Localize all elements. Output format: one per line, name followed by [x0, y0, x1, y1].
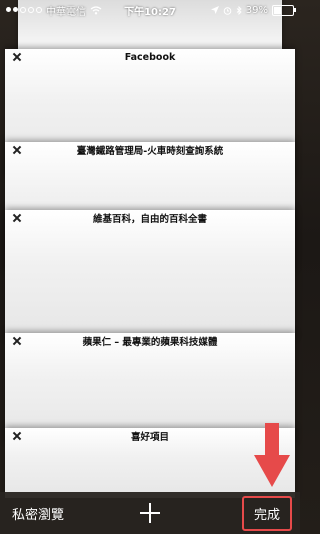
- tab-card[interactable]: 喜好項目: [5, 428, 295, 498]
- tab-title: 喜好項目: [130, 432, 169, 443]
- tab-title: 蘋果仁 – 最專業的蘋果科技媒體: [82, 337, 218, 348]
- close-icon[interactable]: [11, 430, 23, 442]
- bottom-toolbar: 私密瀏覽 完成: [0, 492, 300, 534]
- close-icon[interactable]: [11, 51, 23, 63]
- tab-card[interactable]: 維基百科，自由的百科全書: [5, 210, 295, 340]
- annotation-arrow-icon: [254, 423, 290, 487]
- status-bar: 中華電信 下午10:27 39%: [0, 0, 300, 20]
- status-time: 下午10:27: [124, 6, 176, 18]
- done-button[interactable]: 完成: [241, 495, 292, 531]
- tab-card-header: 維基百科，自由的百科全書: [5, 210, 295, 226]
- plus-icon[interactable]: [140, 503, 160, 523]
- private-browsing-button[interactable]: 私密瀏覽: [0, 504, 64, 523]
- battery-icon: [272, 4, 296, 16]
- tab-card[interactable]: 蘋果仁 – 最專業的蘋果科技媒體: [5, 333, 295, 443]
- tab-card-header: Facebook: [5, 49, 295, 65]
- close-icon[interactable]: [11, 212, 23, 224]
- tab-card-header: 臺灣鐵路管理局-火車時刻查詢系統: [5, 142, 295, 158]
- close-icon[interactable]: [11, 335, 23, 347]
- tab-title: 維基百科，自由的百科全書: [92, 214, 207, 225]
- tab-title: Facebook: [124, 51, 176, 63]
- tab-title: 臺灣鐵路管理局-火車時刻查詢系統: [76, 146, 224, 157]
- close-icon[interactable]: [11, 144, 23, 156]
- tab-card-header: 蘋果仁 – 最專業的蘋果科技媒體: [5, 333, 295, 349]
- tab-card-header: 喜好項目: [5, 428, 295, 444]
